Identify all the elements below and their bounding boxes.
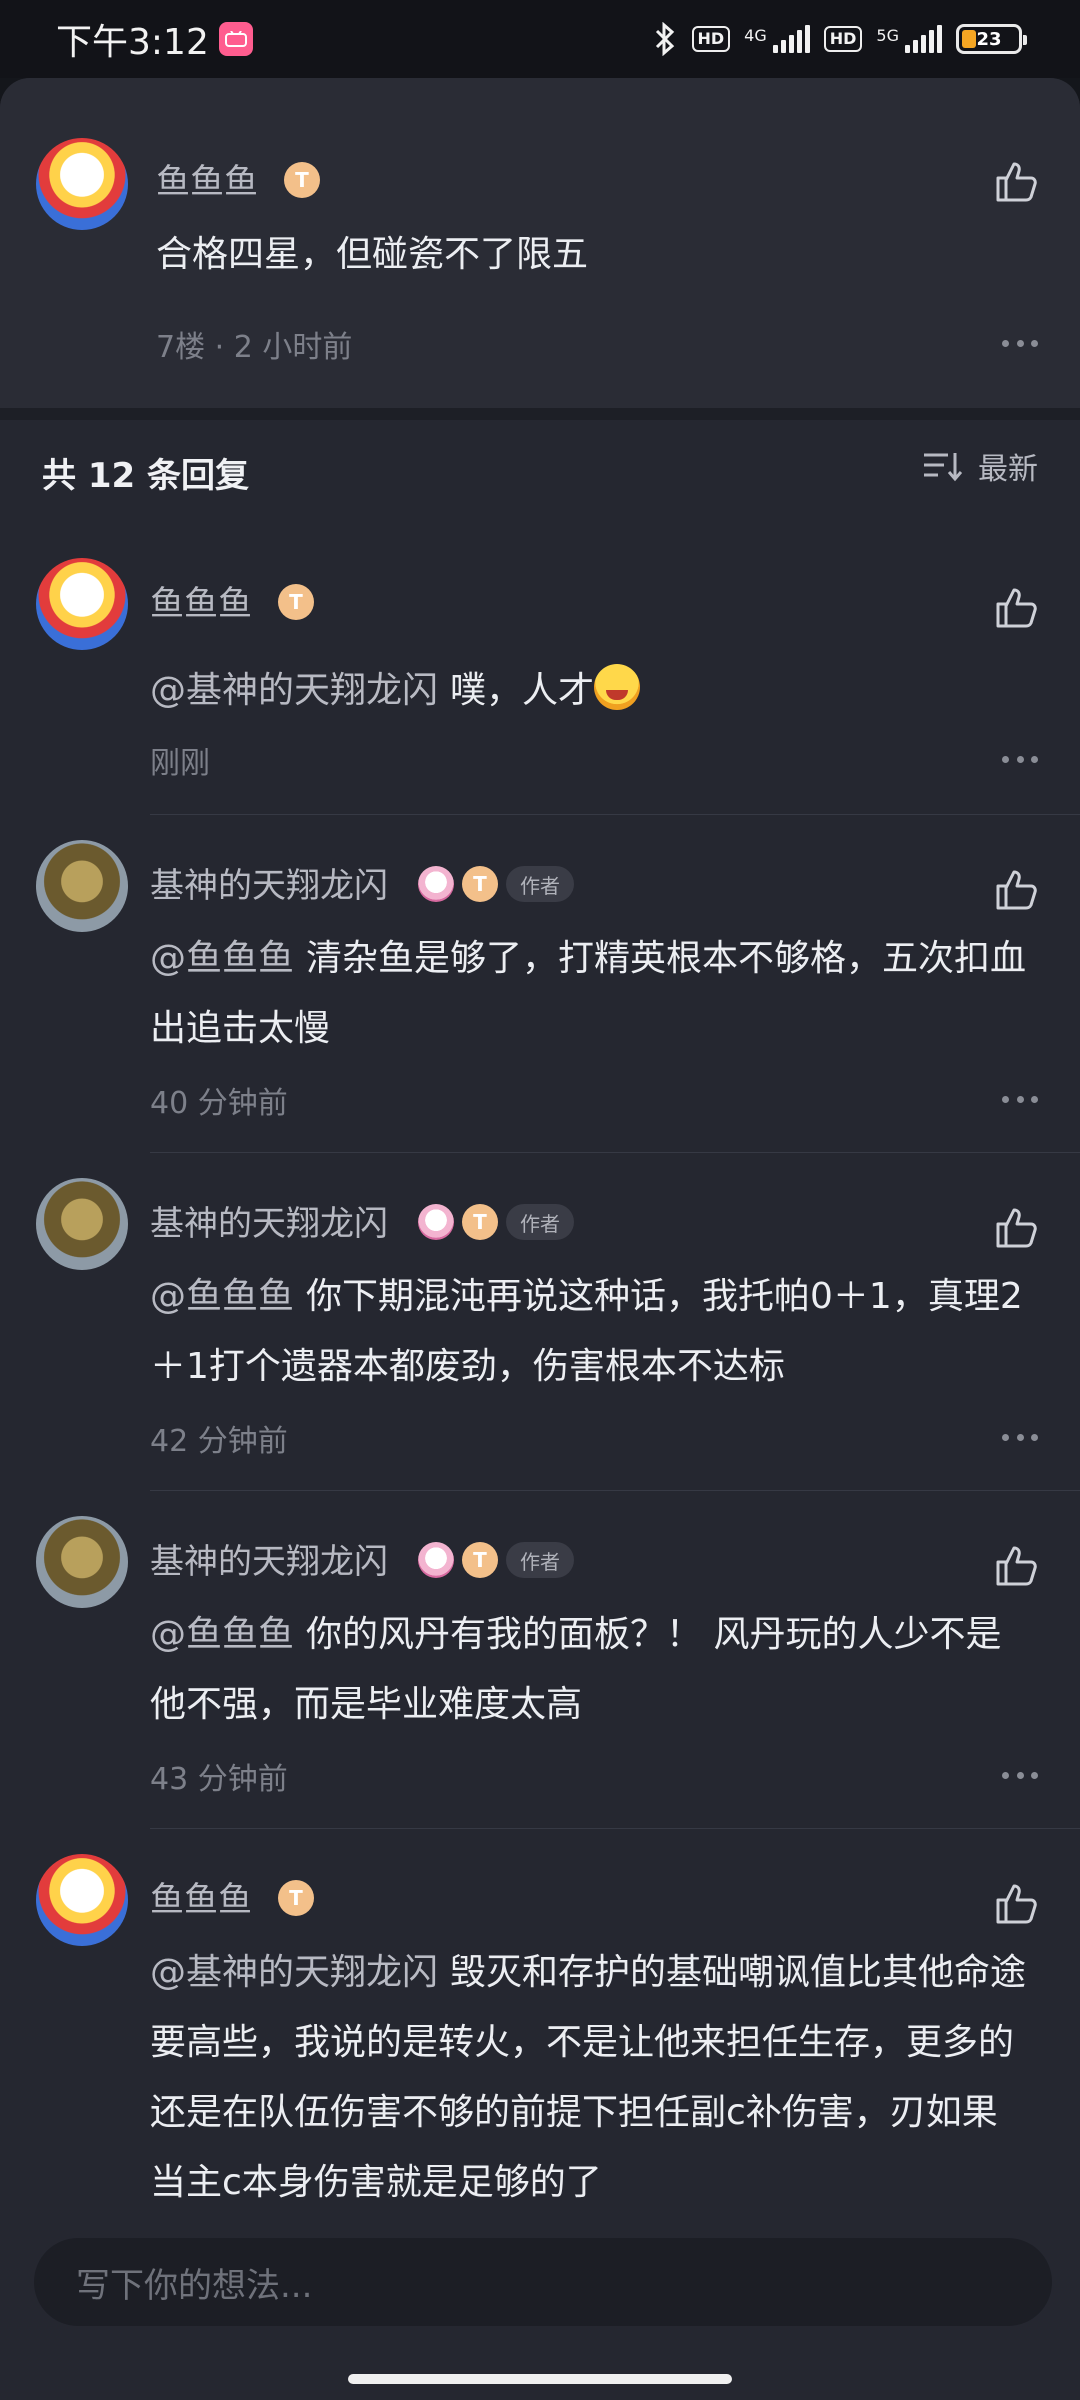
- sort-icon: [924, 453, 962, 482]
- comment-username[interactable]: 基神的天翔龙闪: [150, 858, 388, 907]
- mention-link[interactable]: @鱼鱼鱼: [150, 1276, 294, 1317]
- comment-meta: 7楼 · 2 小时前: [156, 330, 353, 365]
- bilibili-app-icon: [218, 22, 253, 56]
- comment-text: 合格四星，但碰瓷不了限五: [156, 234, 589, 275]
- comment-username[interactable]: 基神的天翔龙闪: [150, 1196, 388, 1245]
- replies-count-title: 共 12 条回复: [42, 456, 249, 496]
- network-4g-label: 4G: [744, 26, 767, 45]
- thumbs-up-icon[interactable]: [992, 584, 1040, 632]
- fan-badge-icon: [418, 866, 454, 902]
- divider: [150, 1828, 1080, 1829]
- hd-tag-2: HD: [823, 26, 863, 52]
- medal-icon: T: [462, 1542, 498, 1578]
- status-bar: 下午3:12 HD 4G HD 5G 23: [0, 0, 1080, 78]
- avatar[interactable]: [36, 138, 128, 230]
- battery-icon: 23: [956, 24, 1027, 54]
- signal-icon-2: [905, 25, 942, 53]
- mention-link[interactable]: @基神的天翔龙闪: [150, 1952, 438, 1993]
- avatar[interactable]: [36, 1854, 128, 1946]
- laughing-emoji-icon: [594, 664, 641, 710]
- divider: [150, 1152, 1080, 1153]
- status-time: 下午3:12: [56, 22, 209, 63]
- comment-meta: 刚刚: [150, 746, 210, 781]
- parent-comment: 鱼鱼鱼 T 合格四星，但碰瓷不了限五 7楼 · 2 小时前: [0, 78, 1080, 408]
- comment-username[interactable]: 鱼鱼鱼: [156, 154, 258, 203]
- home-indicator[interactable]: [348, 2374, 732, 2384]
- author-badge: 作者: [506, 1542, 574, 1578]
- comment-username[interactable]: 鱼鱼鱼: [150, 576, 252, 625]
- network-5g-label: 5G: [876, 26, 899, 45]
- bluetooth-icon: [655, 22, 674, 56]
- thumbs-up-icon[interactable]: [992, 1880, 1040, 1928]
- comment-text: 噗，人才: [450, 670, 595, 711]
- comment-meta: 40 分钟前: [150, 1086, 288, 1121]
- medal-icon: T: [278, 584, 314, 620]
- avatar[interactable]: [36, 558, 128, 650]
- fan-badge-icon: [418, 1542, 454, 1578]
- comment-meta: 43 分钟前: [150, 1762, 288, 1797]
- more-icon[interactable]: [1002, 1432, 1038, 1442]
- mention-link[interactable]: @鱼鱼鱼: [150, 1614, 294, 1655]
- avatar[interactable]: [36, 1516, 128, 1608]
- author-badge: 作者: [506, 1204, 574, 1240]
- fan-badge-icon: [418, 1204, 454, 1240]
- medal-icon: T: [462, 866, 498, 902]
- more-icon[interactable]: [1002, 1770, 1038, 1780]
- divider: [150, 814, 1080, 815]
- thumbs-up-icon[interactable]: [992, 1204, 1040, 1252]
- more-icon[interactable]: [1002, 754, 1038, 764]
- divider: [0, 408, 1080, 420]
- comment-input[interactable]: 写下你的想法...: [34, 2238, 1052, 2326]
- medal-icon: T: [278, 1880, 314, 1916]
- comment-meta: 42 分钟前: [150, 1424, 288, 1459]
- thumbs-up-icon[interactable]: [992, 866, 1040, 914]
- signal-icon-1: [772, 25, 810, 53]
- avatar[interactable]: [36, 840, 128, 932]
- thumbs-up-icon[interactable]: [992, 1542, 1040, 1590]
- avatar[interactable]: [36, 1178, 128, 1270]
- comment-sheet: 鱼鱼鱼 T 合格四星，但碰瓷不了限五 7楼 · 2 小时前 共 12 条回复 最…: [0, 78, 1080, 2400]
- more-icon[interactable]: [1002, 1094, 1038, 1104]
- more-icon[interactable]: [1002, 338, 1038, 348]
- thumbs-up-icon[interactable]: [992, 158, 1040, 206]
- comment-username[interactable]: 基神的天翔龙闪: [150, 1534, 388, 1583]
- author-badge: 作者: [506, 866, 574, 902]
- divider: [150, 1490, 1080, 1491]
- hd-tag-1: HD: [691, 26, 731, 52]
- comment-input-placeholder: 写下你的想法...: [76, 2265, 313, 2306]
- mention-link[interactable]: @基神的天翔龙闪: [150, 670, 438, 711]
- medal-icon: T: [462, 1204, 498, 1240]
- sort-label: 最新: [978, 452, 1038, 487]
- medal-icon: T: [284, 162, 320, 198]
- sort-button[interactable]: 最新: [922, 444, 1038, 488]
- mention-link[interactable]: @鱼鱼鱼: [150, 938, 294, 979]
- comment-username[interactable]: 鱼鱼鱼: [150, 1872, 252, 1921]
